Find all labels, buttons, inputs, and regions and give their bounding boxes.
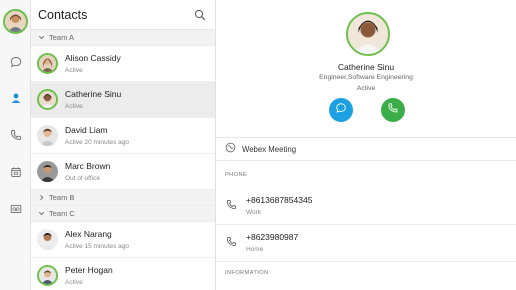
phone-label: Home: [246, 246, 264, 253]
contact-name: Catherine Sinu: [65, 88, 122, 99]
avatar: [37, 265, 58, 286]
webex-meeting-label: Webex Meeting: [242, 144, 297, 154]
nav-contacts[interactable]: [0, 89, 31, 111]
contact-name: Alison Cassidy: [65, 52, 121, 63]
contact-row-david-liam[interactable]: David Liam Active 20 minutes ago: [31, 118, 215, 154]
nav-calls[interactable]: [0, 126, 31, 148]
chevron-right-icon: [37, 194, 45, 202]
profile-name: Catherine Sinu: [337, 62, 395, 72]
contact-name: Peter Hogan: [65, 264, 113, 275]
avatar: [37, 53, 58, 74]
search-icon[interactable]: [193, 8, 207, 22]
phone-label: Work: [246, 209, 262, 216]
group-header-team-c[interactable]: Team C: [31, 206, 215, 222]
group-label: Team B: [49, 193, 75, 202]
call-button[interactable]: [381, 98, 405, 122]
contact-status: Active 15 minutes ago: [65, 242, 129, 250]
contact-status: Active: [65, 66, 83, 74]
avatar: [37, 229, 58, 250]
nav-messages[interactable]: [0, 53, 31, 75]
contact-status: Active 20 minutes ago: [65, 138, 129, 146]
nav-meetings[interactable]: [0, 163, 31, 185]
contacts-icon: [10, 91, 22, 109]
group-header-team-b[interactable]: Team B: [31, 190, 215, 206]
contact-detail-panel: Catherine Sinu Engineer,Software Enginee…: [216, 0, 516, 290]
chat-icon: [10, 55, 22, 73]
contacts-app: Contacts Team A Alison Cassidy Active Ca…: [0, 0, 516, 290]
contact-name: Marc Brown: [65, 160, 111, 171]
phone-icon: [226, 234, 237, 252]
contact-row-catherine-sinu[interactable]: Catherine Sinu Active: [31, 82, 215, 118]
contact-status: Active: [65, 102, 83, 110]
profile-avatar: [346, 12, 390, 56]
information-section-header: INFORMATION: [225, 270, 269, 276]
phone-icon: [387, 101, 399, 119]
chat-icon: [335, 101, 347, 119]
group-label: Team C: [49, 209, 75, 218]
contact-row-alex-narang[interactable]: Alex Narang Active 15 minutes ago: [31, 222, 215, 258]
contact-status: Active: [65, 278, 83, 286]
chevron-down-icon: [37, 34, 45, 42]
contacts-list-panel: Contacts Team A Alison Cassidy Active Ca…: [31, 0, 216, 290]
contact-status: Out of office: [65, 174, 100, 182]
contact-row-peter-hogan[interactable]: Peter Hogan Active: [31, 258, 215, 290]
contact-row-marc-brown[interactable]: Marc Brown Out of office: [31, 154, 215, 190]
profile-header: Catherine Sinu Engineer,Software Enginee…: [216, 0, 516, 135]
group-label: Team A: [49, 33, 75, 42]
nav-voicemail[interactable]: [0, 200, 31, 222]
phone-row-home[interactable]: +8623980987 Home: [216, 226, 516, 260]
avatar: [37, 125, 58, 146]
my-avatar[interactable]: [3, 9, 28, 34]
contact-row-alison-cassidy[interactable]: Alison Cassidy Active: [31, 46, 215, 82]
phone-icon: [226, 197, 237, 215]
list-header: Contacts: [31, 0, 215, 30]
message-button[interactable]: [329, 98, 353, 122]
list-title: Contacts: [38, 7, 88, 22]
divider: [216, 224, 516, 225]
profile-status: Active: [356, 85, 376, 92]
phone-section-header: PHONE: [225, 172, 248, 178]
webex-icon: [225, 140, 236, 158]
group-header-team-a[interactable]: Team A: [31, 30, 215, 46]
contact-name: David Liam: [65, 124, 108, 135]
avatar: [37, 161, 58, 182]
phone-number: +8613687854345: [246, 195, 313, 205]
phone-row-work[interactable]: +8613687854345 Work: [216, 189, 516, 223]
phone-icon: [10, 128, 22, 146]
phone-number: +8623980987: [246, 232, 299, 242]
nav-rail: [0, 0, 31, 290]
chevron-down-icon: [37, 210, 45, 218]
divider: [216, 261, 516, 262]
calendar-icon: [10, 165, 22, 183]
avatar: [37, 89, 58, 110]
webex-meeting-row[interactable]: Webex Meeting: [216, 137, 516, 161]
profile-title: Engineer,Software Engineering: [319, 74, 413, 81]
contact-name: Alex Narang: [65, 228, 112, 239]
voicemail-icon: [10, 202, 22, 220]
